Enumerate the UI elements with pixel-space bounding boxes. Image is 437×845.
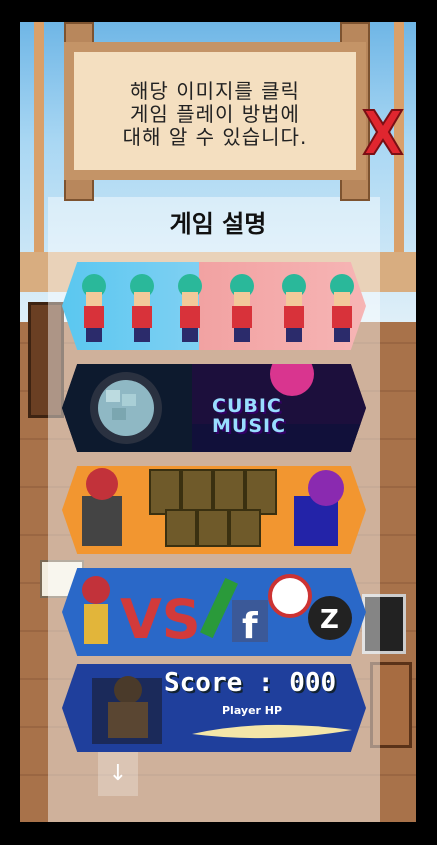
page-title: 게임 설명 <box>169 210 267 238</box>
vs-social-game-card[interactable]: VS f Z <box>62 568 366 656</box>
svg-text:f: f <box>242 606 258 647</box>
runner-characters <box>82 274 354 342</box>
svg-text:VS: VS <box>120 588 201 651</box>
cubic-label: CUBIC <box>212 395 282 417</box>
player-hp-label: Player HP <box>222 704 283 717</box>
card-match-art <box>82 468 344 547</box>
info-sign: 해당 이미지를 클릭 게임 플레이 방법에 대해 알 수 있습니다. <box>64 42 366 180</box>
game-screen: ↓ 해당 이미지를 클릭 게임 플레이 방법에 대해 알 수 있습니다. 게임 … <box>20 22 416 822</box>
sign-line-1: 해당 이미지를 클릭 <box>130 79 300 103</box>
score-battle-game-card[interactable]: Score : 000 Player HP <box>62 664 366 752</box>
sign-line-3: 대해 알 수 있습니다. <box>122 125 308 149</box>
sign-message: 해당 이미지를 클릭 게임 플레이 방법에 대해 알 수 있습니다. <box>74 80 356 149</box>
svg-text:Z: Z <box>320 605 339 635</box>
cubic-music-logo: CUBIC MUSIC <box>212 396 286 436</box>
music-label: MUSIC <box>212 415 287 437</box>
runner-game-card[interactable] <box>62 262 366 350</box>
sign-line-2: 게임 플레이 방법에 <box>130 102 300 126</box>
score-label: Score : 000 <box>164 668 337 698</box>
card-match-game-card[interactable] <box>62 466 366 554</box>
close-x-icon[interactable] <box>360 102 406 162</box>
cubic-music-game-card[interactable]: CUBIC MUSIC <box>62 364 366 452</box>
vs-social-art: VS f Z <box>82 574 352 651</box>
